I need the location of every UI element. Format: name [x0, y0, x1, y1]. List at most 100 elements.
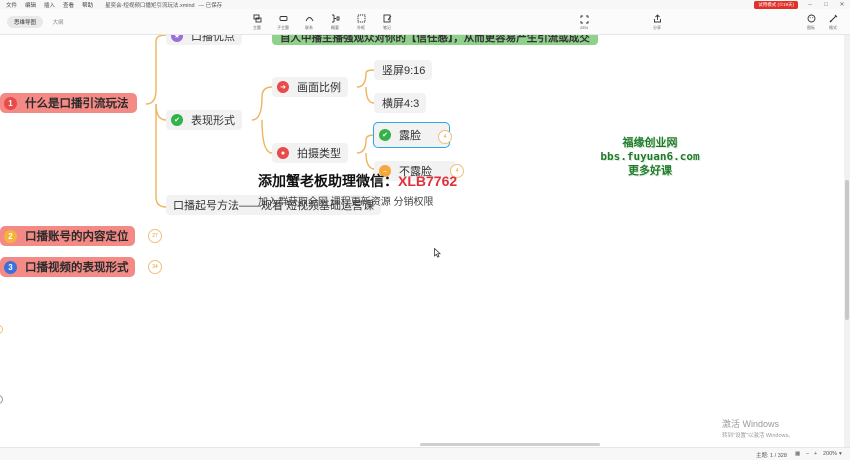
check-icon: ✔ — [379, 129, 391, 141]
root-node-2[interactable]: 2 口播账号的内容定位 — [0, 226, 135, 246]
zen-button[interactable]: ZEN — [573, 11, 595, 33]
node-shoot-type[interactable]: ● 拍摄类型 — [272, 143, 348, 163]
file-title: 星奕会-短视频口播矩引流玩法.xmind — [105, 2, 195, 9]
zen-label: ZEN — [580, 25, 588, 30]
zoom-dropdown-icon[interactable]: ▾ — [839, 451, 842, 457]
close-icon[interactable]: ✕ — [838, 1, 846, 8]
topic-button[interactable]: 主题 — [246, 11, 268, 33]
node-vertical-screen-label: 竖屏9:16 — [382, 65, 426, 77]
check-icon: ✔ — [171, 114, 183, 126]
fuyuan-line-2: bbs.fuyuan6.com — [600, 150, 700, 163]
minimize-icon[interactable]: – — [806, 2, 814, 8]
maximize-icon[interactable]: □ — [822, 2, 830, 8]
mindmap-canvas[interactable]: ★ 口播优点 自人中播主播强观众对你的【信任感】，从而更容易产生引流或成交 1 … — [0, 35, 850, 447]
topic-count: 主题: 1 / 328 — [756, 453, 787, 459]
boundary-button[interactable]: 外框 — [350, 11, 372, 33]
fuyuan-line-3: 更多好课 — [628, 164, 672, 177]
node-advantages[interactable]: ★ 口播优点 — [166, 35, 242, 45]
windows-activation-notice: 激活 Windows 转到"设置"以激活 Windows。 — [722, 417, 794, 439]
trial-badge[interactable]: 试用模式 (①19天) — [754, 0, 798, 9]
node-expression-label: 表现形式 — [191, 115, 235, 127]
wechat-watermark: 添加蟹老板助理微信：XLB7762 — [258, 171, 457, 191]
node-ratio-label: 画面比例 — [297, 82, 341, 94]
root-node-2-label: 口播账号的内容定位 — [25, 231, 129, 243]
save-state: — 已保存 — [198, 2, 223, 9]
root-node-3[interactable]: 3 口播视频的表现形式 — [0, 257, 135, 277]
status-bar: 主题: 1 / 328 ▦ – + 200% ▾ — [0, 447, 850, 460]
node-expression[interactable]: ✔ 表现形式 — [166, 110, 242, 130]
subtopic-label: 子主题 — [277, 24, 289, 30]
sticker-button[interactable]: 图标 — [800, 11, 822, 33]
menu-insert[interactable]: 插入 — [44, 1, 55, 9]
horizontal-scroll-thumb[interactable] — [420, 443, 600, 446]
xmind-window: 文件 编辑 插入 查看 帮助 星奕会-短视频口播矩引流玩法.xmind — 已保… — [0, 0, 850, 460]
note-button[interactable]: 笔记 — [376, 11, 398, 33]
wechat-watermark-prefix: 添加蟹老板助理微信： — [258, 173, 398, 189]
summary-label: 概要 — [331, 24, 339, 30]
tab-outline[interactable]: 大纲 — [45, 16, 71, 28]
note-label: 笔记 — [383, 24, 391, 30]
share-label: 分享 — [653, 24, 661, 30]
menu-help[interactable]: 帮助 — [82, 1, 93, 9]
vertical-scrollbar[interactable] — [844, 35, 850, 447]
topic-label: 主题 — [253, 24, 261, 30]
wechat-watermark-code: XLB7762 — [398, 173, 458, 189]
boundary-label: 外框 — [357, 24, 365, 30]
zoom-in-icon[interactable]: + — [814, 451, 817, 457]
number-3-icon: 3 — [4, 260, 17, 274]
node-trust-banner[interactable]: 自人中播主播强观众对你的【信任感】，从而更容易产生引流或成交 — [272, 35, 598, 45]
zen-icon — [579, 14, 589, 24]
share-button[interactable]: 分享 — [646, 11, 668, 33]
windows-activation-subtitle: 转到"设置"以激活 Windows。 — [722, 433, 794, 439]
window-controls: 试用模式 (①19天) – □ ✕ — [754, 0, 846, 9]
node-advantages-label: 口播优点 — [191, 35, 235, 43]
root-node-3-badge[interactable]: 34 — [148, 260, 162, 274]
windows-activation-title: 激活 Windows — [722, 419, 780, 429]
fuyuan-watermark: 福缘创业网 bbs.fuyuan6.com 更多好课 — [585, 136, 715, 178]
summary-icon — [330, 14, 340, 24]
format-label: 格式 — [829, 24, 837, 30]
menu-bar: 文件 编辑 插入 查看 帮助 星奕会-短视频口播矩引流玩法.xmind — 已保… — [0, 0, 850, 9]
menu-edit[interactable]: 编辑 — [25, 1, 36, 9]
node-shoot-type-label: 拍摄类型 — [297, 148, 341, 160]
subtopic-button[interactable]: 子主题 — [272, 11, 294, 33]
relationship-button[interactable]: 联系 — [298, 11, 320, 33]
root-node-1-label: 什么是口播引流玩法 — [25, 98, 129, 110]
tab-mindmap[interactable]: 思维导图 — [7, 16, 43, 28]
subtopic-icon — [278, 14, 288, 24]
note-icon — [382, 14, 392, 24]
share-icon — [652, 14, 662, 24]
node-horizontal-screen-label: 横屏4:3 — [382, 98, 420, 110]
zoom-level[interactable]: 200% — [823, 451, 837, 457]
summary-button[interactable]: 概要 — [324, 11, 346, 33]
topic-icon — [252, 14, 262, 24]
root-node-1[interactable]: 1 什么是口播引流玩法 — [0, 93, 137, 113]
node-trust-banner-label: 自人中播主播强观众对你的【信任感】，从而更容易产生引流或成交 — [280, 35, 590, 44]
node-ratio[interactable]: ➜ 画面比例 — [272, 77, 348, 97]
node-vertical-screen[interactable]: 竖屏9:16 — [374, 60, 433, 80]
menu-view[interactable]: 查看 — [63, 1, 74, 9]
star-icon: ★ — [171, 35, 183, 42]
number-2-icon: 2 — [4, 229, 17, 243]
node-show-face-badge[interactable]: 4 — [438, 130, 452, 144]
relationship-label: 联系 — [305, 24, 313, 30]
vertical-scroll-thumb[interactable] — [845, 180, 849, 320]
node-horizontal-screen[interactable]: 横屏4:3 — [374, 93, 427, 113]
menu-file[interactable]: 文件 — [6, 1, 17, 9]
pin-icon: ➜ — [277, 81, 289, 93]
boundary-icon — [356, 14, 366, 24]
mouse-cursor-icon — [434, 248, 441, 258]
format-button[interactable]: 格式 — [822, 11, 844, 33]
number-1-icon: 1 — [4, 96, 17, 110]
sticker-label: 图标 — [807, 24, 815, 30]
map-icon[interactable]: ▦ — [795, 451, 800, 457]
zoom-out-icon[interactable]: – — [806, 451, 809, 457]
root-node-3-label: 口播视频的表现形式 — [25, 262, 129, 274]
wechat-watermark-sub: 加入群获取全网 课程更新资源 分销权限 — [258, 197, 434, 208]
relationship-icon — [304, 14, 314, 24]
format-icon — [828, 14, 838, 24]
toolbar: 思维导图 大纲 主题 子主题 联系 概要 外框 笔记 ZEN 分享 图标 格式 — [0, 9, 850, 35]
person-icon: ● — [277, 147, 289, 159]
root-node-2-badge[interactable]: 27 — [148, 229, 162, 243]
fuyuan-line-1: 福缘创业网 — [622, 136, 678, 149]
